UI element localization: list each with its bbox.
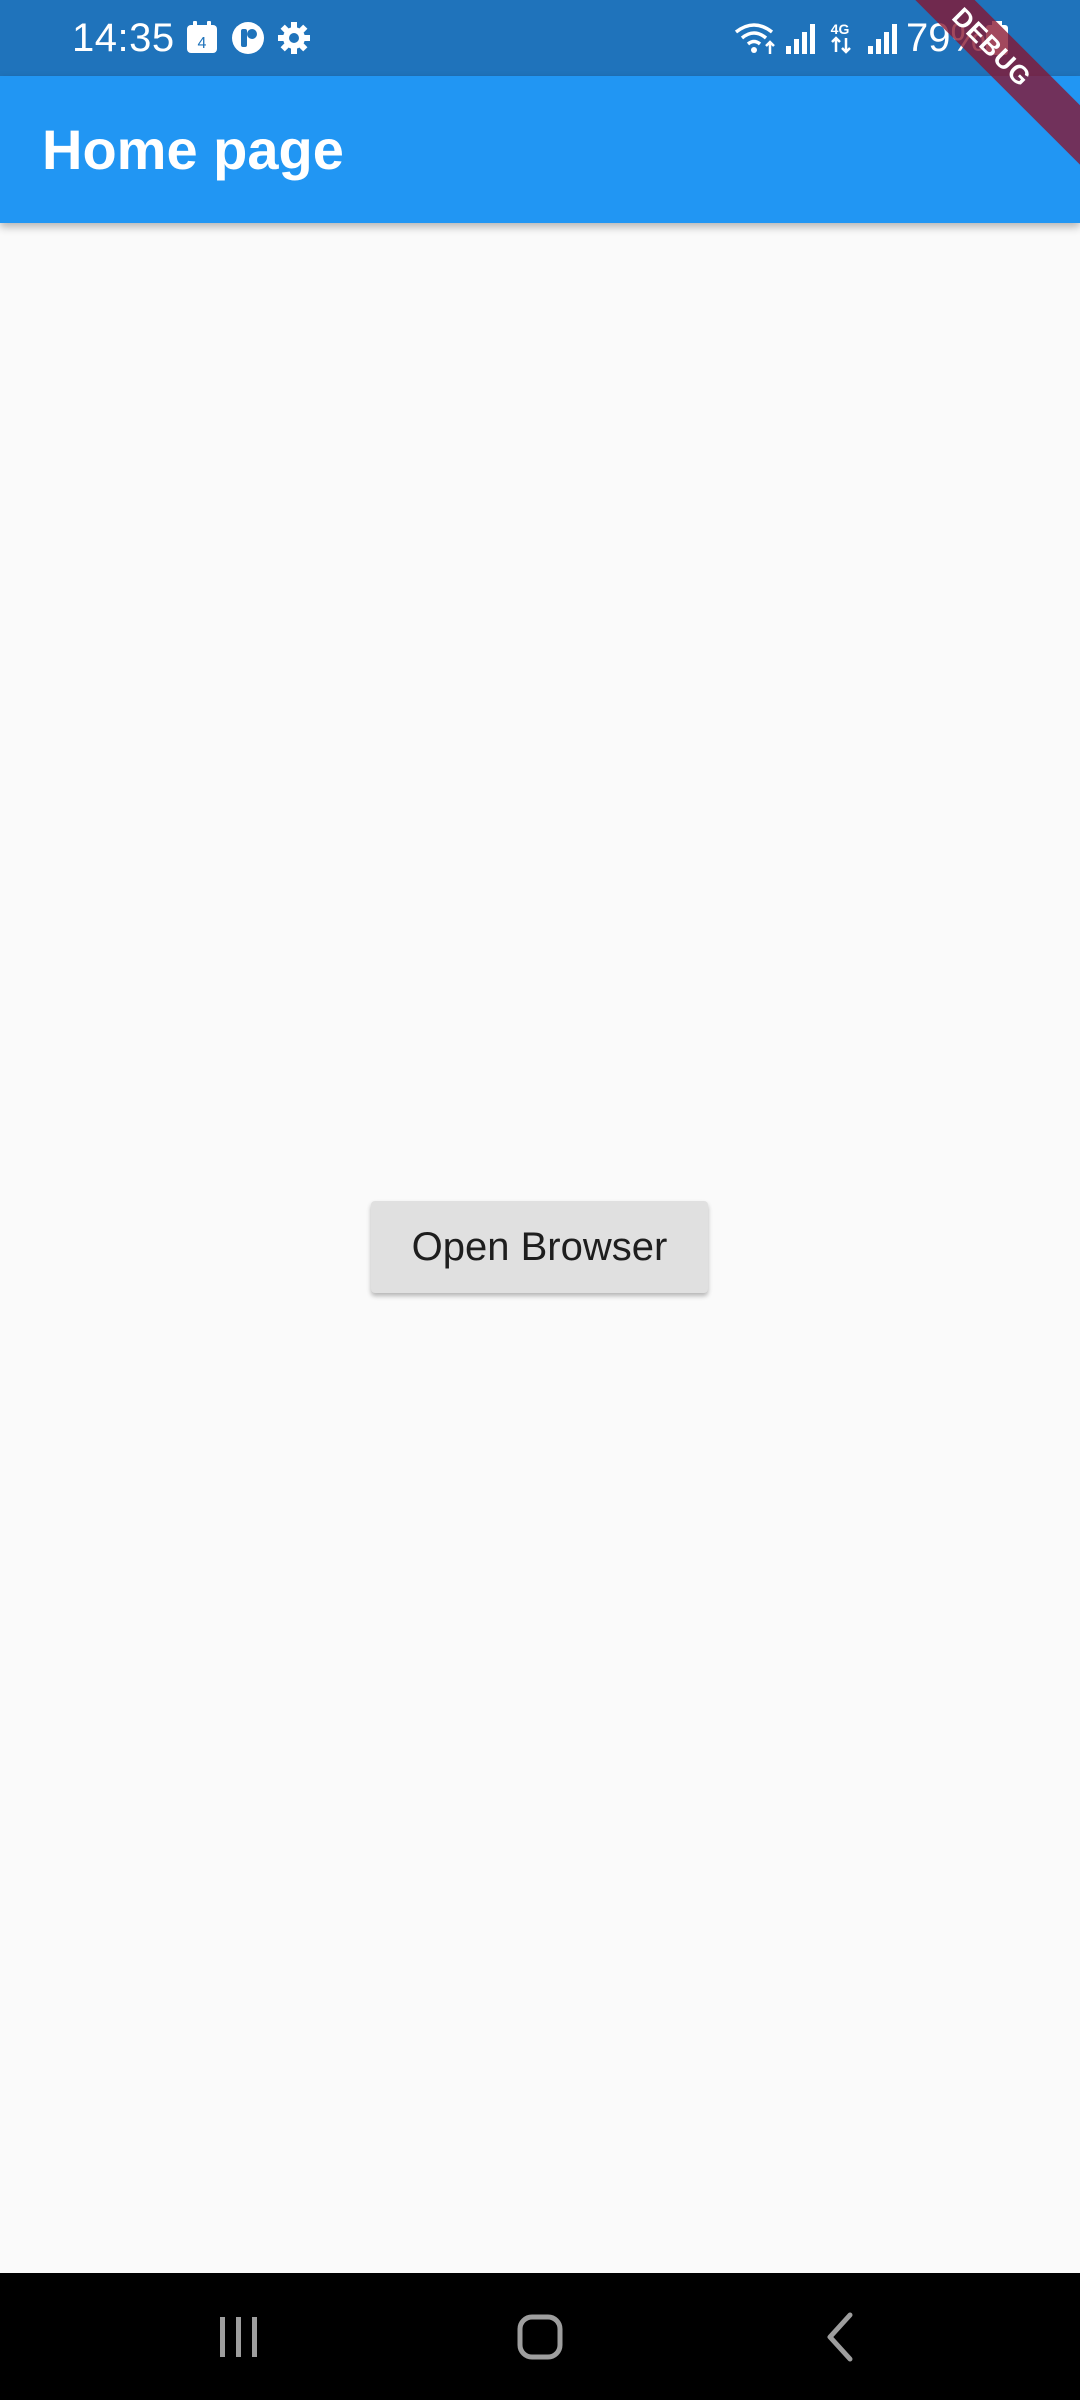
navigation-bar bbox=[0, 2273, 1080, 2400]
back-icon[interactable] bbox=[802, 2297, 882, 2377]
page-title: Home page bbox=[42, 118, 344, 181]
status-time: 14:35 bbox=[72, 16, 175, 60]
settings-icon bbox=[278, 22, 310, 54]
main-content: Open Browser bbox=[0, 223, 1080, 2273]
calendar-day: 4 bbox=[198, 35, 207, 52]
signal-icon bbox=[786, 24, 815, 54]
recent-apps-icon[interactable] bbox=[198, 2297, 278, 2377]
app-bar: Home page bbox=[0, 76, 1080, 223]
wifi-icon bbox=[734, 23, 775, 54]
network-4g-icon: 4G bbox=[831, 21, 851, 54]
signal-icon bbox=[868, 24, 897, 54]
calendar-icon: 4 bbox=[187, 21, 217, 53]
home-icon[interactable] bbox=[500, 2297, 580, 2377]
app-notification-icon bbox=[232, 22, 264, 54]
open-browser-button[interactable]: Open Browser bbox=[371, 1201, 708, 1293]
status-bar: 14:35 4 4G 79% bbox=[0, 0, 1080, 76]
network-type: 4G bbox=[831, 21, 850, 37]
